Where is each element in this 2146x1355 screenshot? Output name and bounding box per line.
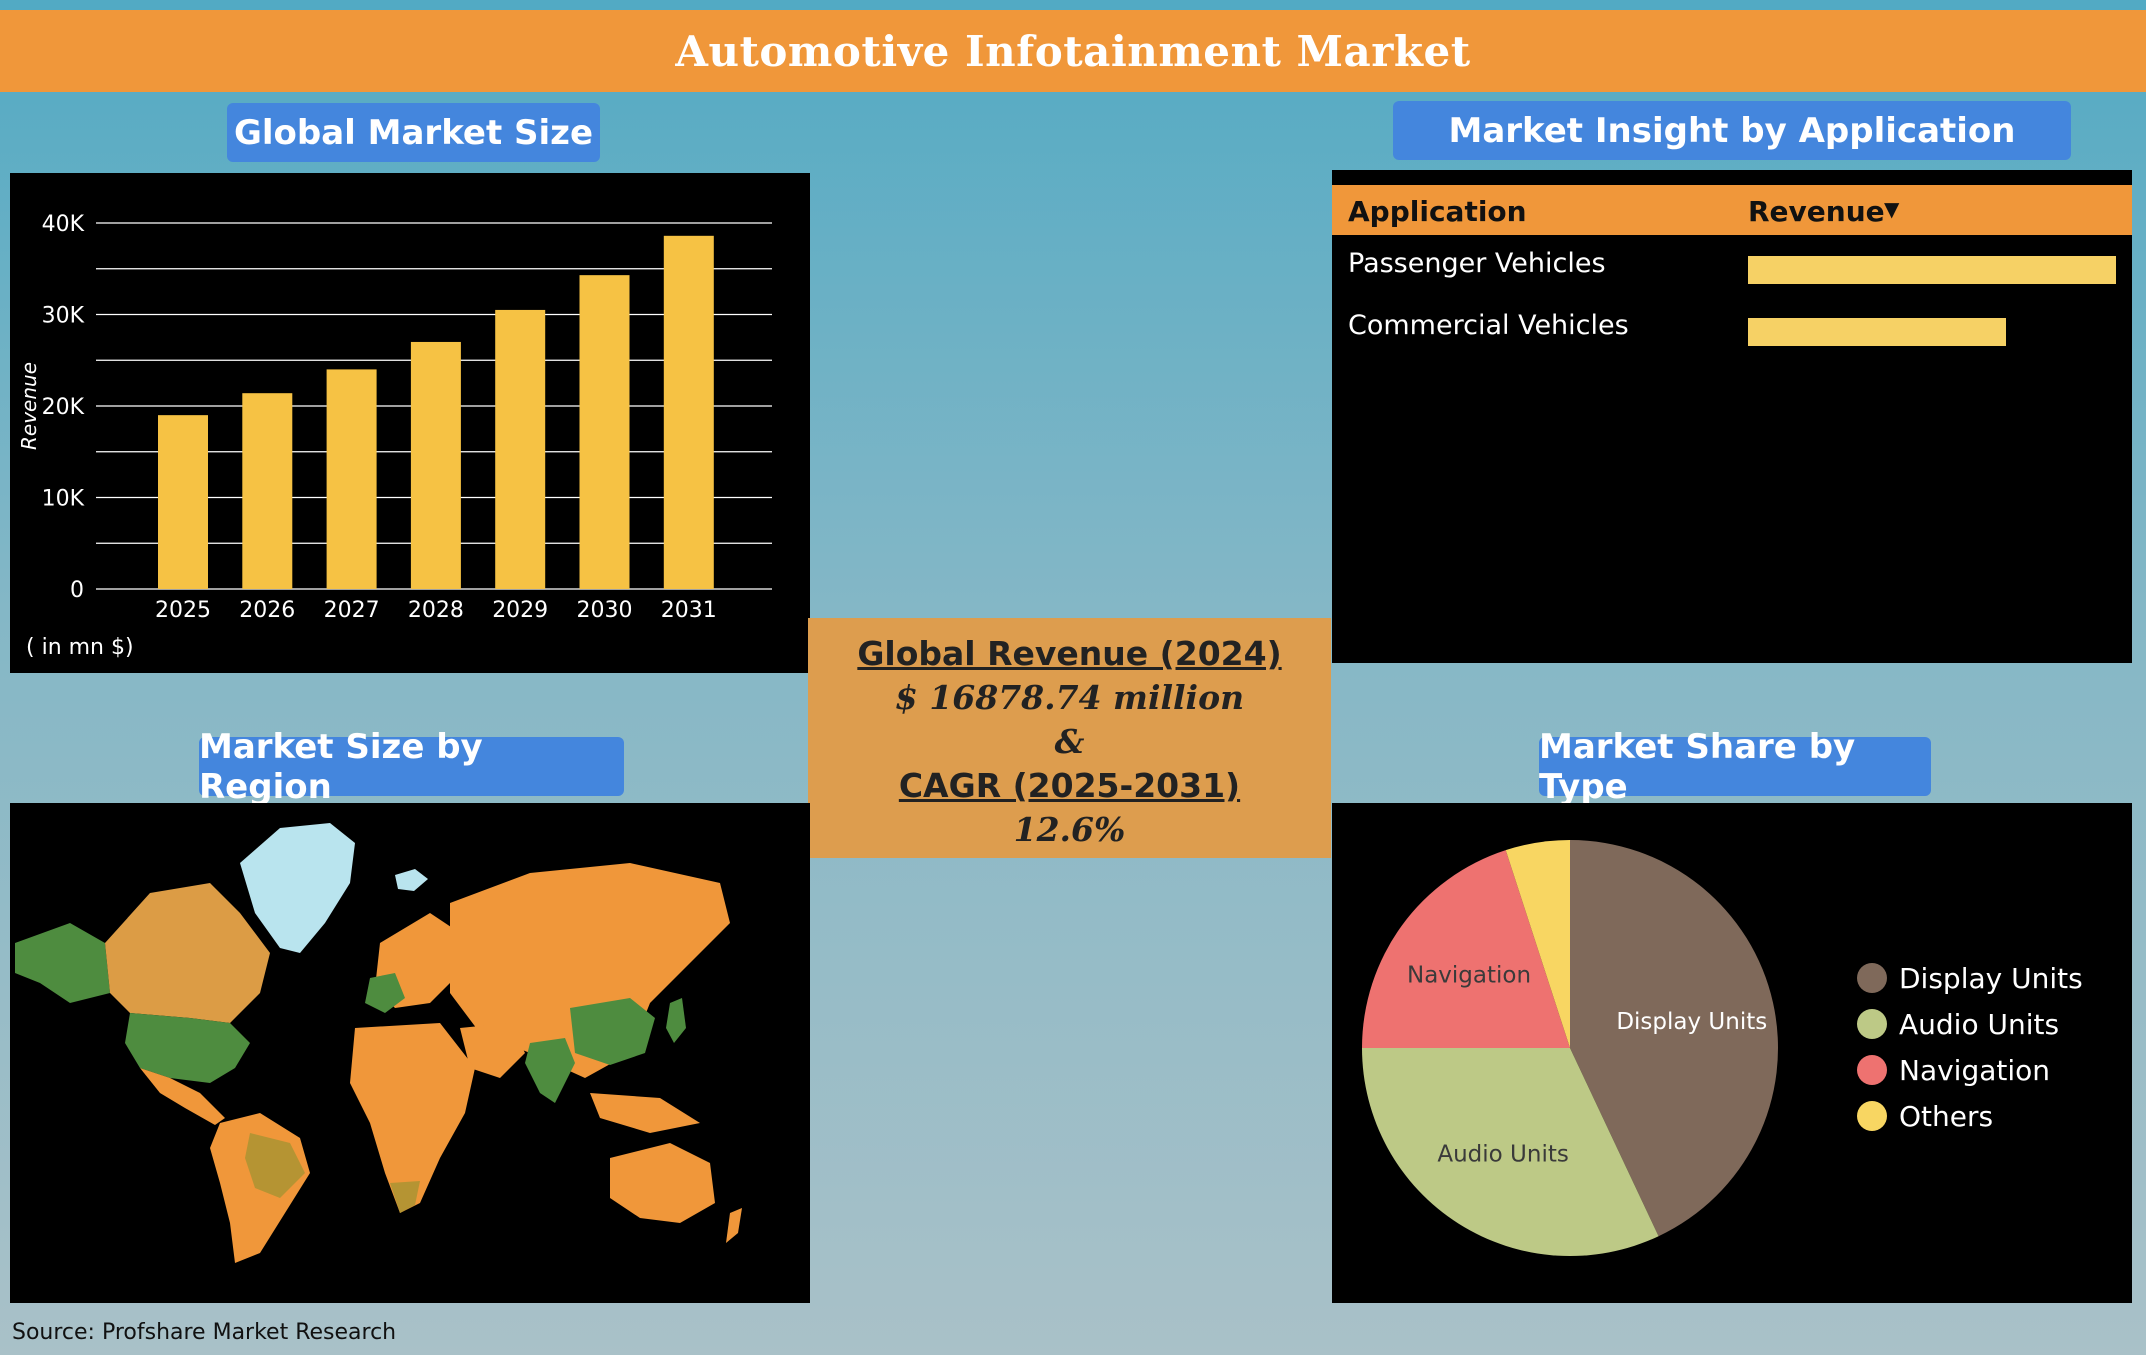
title-bar: Automotive Infotainment Market: [0, 10, 2146, 92]
y-tick-label: 40K: [42, 212, 85, 237]
legend-label: Others: [1899, 1099, 1994, 1133]
revenue-column-header[interactable]: Revenue: [1748, 195, 1885, 228]
map-japan: [666, 998, 686, 1043]
map-canada: [105, 883, 270, 1023]
x-tick-label: 2029: [492, 598, 548, 623]
top-strip: [0, 0, 2146, 10]
map-china: [570, 998, 655, 1065]
legend-label: Display Units: [1899, 961, 2083, 995]
legend-label: Navigation: [1899, 1053, 2051, 1087]
bar-2029[interactable]: [495, 309, 546, 589]
legend-swatch: [1857, 1009, 1887, 1039]
application-name: Passenger Vehicles: [1348, 248, 1606, 279]
legend-swatch: [1857, 1055, 1887, 1085]
market-insight-title: Market Insight by Application: [1448, 110, 2016, 151]
legend-item[interactable]: Audio Units: [1857, 1004, 2059, 1044]
world-map: [15, 823, 742, 1263]
bar-2028[interactable]: [410, 341, 461, 589]
y-tick-label: 30K: [42, 304, 85, 329]
legend-item[interactable]: Display Units: [1857, 958, 2083, 998]
market-size-chart-panel: 0 10K 20K 30K 40K 2025 2026 2027 2028 2029 2030 203…: [10, 173, 810, 673]
market-share-type-title: Market Share by Type: [1539, 726, 1856, 807]
x-tick-label: 2025: [155, 598, 211, 623]
x-tick-label: 2031: [661, 598, 717, 623]
pie-slice-label: Audio Units: [1437, 1141, 1569, 1167]
legend-swatch: [1857, 1101, 1887, 1131]
map-greenland: [240, 823, 355, 953]
map-new-zealand: [726, 1208, 742, 1243]
x-tick-label: 2026: [239, 598, 295, 623]
x-tick-label: 2030: [577, 598, 633, 623]
legend-swatch: [1857, 963, 1887, 993]
global-revenue-label: Global Revenue (2024): [857, 634, 1282, 673]
legend-item[interactable]: Navigation: [1857, 1050, 2050, 1090]
market-share-type-header: Market Share by Type: [1539, 727, 1931, 807]
unit-note: ( in mn $): [26, 635, 134, 660]
world-map-panel: [10, 803, 810, 1303]
global-market-size-header: Global Market Size: [227, 103, 600, 162]
y-tick-label: 20K: [42, 395, 85, 420]
map-australia: [610, 1143, 715, 1223]
page-title: Automotive Infotainment Market: [675, 26, 1471, 76]
global-market-size-title: Global Market Size: [233, 112, 594, 153]
market-insight-header: Market Insight by Application: [1393, 101, 2071, 160]
application-table-header: Application Revenue ▼: [1332, 185, 2132, 235]
bar-2031[interactable]: [663, 235, 714, 589]
y-tick-label: 10K: [42, 487, 85, 512]
global-revenue-value: $ 16878.74 million: [894, 678, 1245, 717]
x-tick-label: 2027: [324, 598, 380, 623]
y-axis-label: Revenue: [17, 362, 41, 450]
kpi-box: Global Revenue (2024) $ 16878.74 million…: [808, 618, 1331, 858]
market-region-header: Market Size by Region: [199, 727, 624, 807]
market-size-bar-chart: 0 10K 20K 30K 40K 2025 2026 2027 2028 2029 2030 203…: [17, 212, 772, 660]
revenue-bar: [1748, 318, 2006, 346]
ampersand: &: [1054, 722, 1085, 761]
bar-2026[interactable]: [242, 393, 293, 589]
application-column-header[interactable]: Application: [1348, 195, 1527, 228]
cagr-label: CAGR (2025-2031): [898, 766, 1241, 805]
caret-down-icon[interactable]: ▼: [1884, 197, 1899, 221]
bar-2025[interactable]: [158, 415, 208, 589]
map-se-asia: [590, 1093, 700, 1133]
pie-slice-label: Navigation: [1407, 963, 1531, 989]
map-india: [525, 1038, 575, 1103]
x-tick-label: 2028: [408, 598, 464, 623]
application-name: Commercial Vehicles: [1348, 310, 1629, 341]
map-alaska: [15, 923, 110, 1003]
legend-item[interactable]: Others: [1857, 1096, 1993, 1136]
application-table-panel: Application Revenue ▼ Passenger Vehicles…: [1332, 170, 2132, 663]
pie-slice-label: Display Units: [1616, 1009, 1767, 1035]
bar-2027[interactable]: [326, 369, 377, 589]
market-region-title: Market Size by Region: [199, 726, 483, 807]
map-iceland: [395, 869, 428, 891]
y-tick-label: 0: [70, 578, 84, 603]
source-note: Source: Profshare Market Research: [12, 1320, 397, 1345]
application-row[interactable]: Commercial Vehicles: [1332, 302, 2132, 358]
legend-label: Audio Units: [1899, 1007, 2060, 1041]
cagr-value: 12.6%: [1013, 810, 1126, 849]
bar-2030[interactable]: [579, 275, 630, 589]
application-row[interactable]: Passenger Vehicles: [1332, 240, 2132, 296]
revenue-bar: [1748, 256, 2116, 284]
